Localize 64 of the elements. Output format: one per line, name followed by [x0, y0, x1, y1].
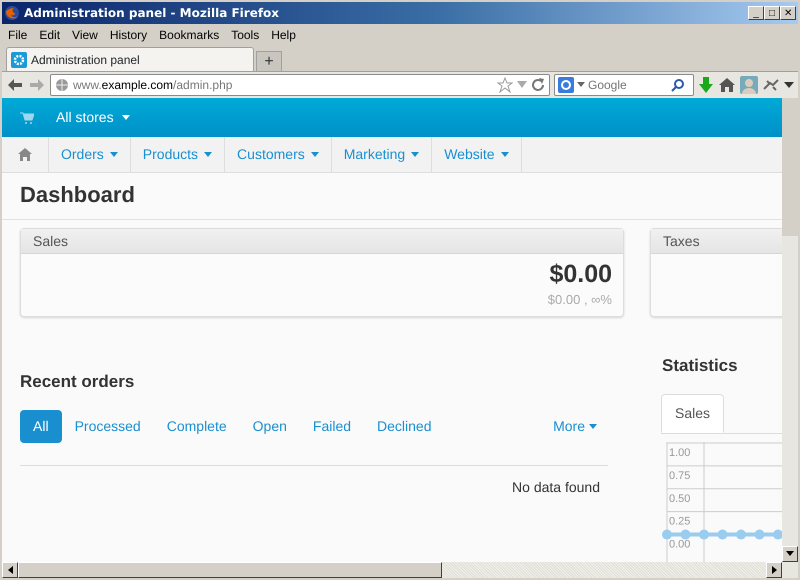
- caret-icon: [589, 424, 597, 429]
- data-point: [680, 530, 690, 540]
- search-box[interactable]: Google: [554, 74, 694, 96]
- globe-icon: [55, 78, 69, 92]
- address-field[interactable]: www.example.com/admin.php: [50, 74, 550, 96]
- data-point: [718, 530, 728, 540]
- maximize-button[interactable]: □: [764, 6, 780, 20]
- reload-icon[interactable]: [531, 78, 545, 92]
- axis-tick-label: 0.50: [669, 492, 690, 505]
- new-tab-button[interactable]: +: [256, 51, 282, 71]
- chart-tab[interactable]: Sales: [661, 394, 724, 433]
- section-title: Statistics: [662, 354, 739, 376]
- close-button[interactable]: ✕: [780, 6, 796, 20]
- axis-tick-label: 0.25: [669, 516, 690, 528]
- home-icon[interactable]: [718, 77, 736, 93]
- section-title: Recent orders: [20, 370, 136, 392]
- menu-item[interactable]: History: [104, 26, 154, 44]
- back-icon[interactable]: [6, 77, 24, 93]
- card-title: Taxes: [651, 228, 782, 254]
- url-text: www.example.com/admin.php: [73, 77, 234, 94]
- minimize-button[interactable]: _: [748, 6, 764, 20]
- menu-caret-icon[interactable]: [784, 81, 794, 89]
- dropdown-icon[interactable]: [577, 82, 585, 88]
- caret-icon: [110, 152, 118, 157]
- filter-tab[interactable]: All: [20, 410, 62, 443]
- caret-icon: [500, 152, 509, 157]
- data-point: [662, 530, 672, 540]
- menu-item[interactable]: File: [2, 26, 34, 44]
- search-icon[interactable]: [671, 78, 685, 92]
- vertical-scrollbar[interactable]: [782, 98, 798, 562]
- page-title: Dashboard: [20, 182, 135, 209]
- star-icon[interactable]: [497, 77, 513, 93]
- caret-icon: [411, 152, 420, 157]
- menu-item[interactable]: Tools: [225, 26, 266, 44]
- caret-icon: [204, 152, 212, 157]
- horizontal-scrollbar[interactable]: [2, 562, 798, 578]
- download-icon[interactable]: [698, 76, 714, 94]
- data-point: [699, 530, 709, 540]
- firefox-logo-icon: [4, 5, 20, 21]
- axis-tick-label: 0.75: [669, 470, 690, 482]
- search-engine-icon: [558, 77, 574, 93]
- scroll-right-icon[interactable]: [772, 566, 776, 574]
- empty-message: No data found: [512, 479, 600, 495]
- extension-icon[interactable]: [762, 77, 780, 93]
- axis-tick-label: 0.00: [669, 538, 690, 551]
- menu-item[interactable]: Help: [265, 26, 302, 44]
- scroll-down-icon[interactable]: [786, 551, 794, 556]
- gear-icon: [11, 52, 27, 68]
- menu-item[interactable]: Edit: [33, 26, 66, 44]
- home-icon[interactable]: [18, 148, 32, 161]
- data-point: [773, 530, 782, 540]
- card-title: Sales: [21, 228, 623, 254]
- card-subvalue: $0.00 , ∞%: [546, 290, 612, 308]
- caret-icon: [122, 115, 130, 120]
- menu-item[interactable]: Bookmarks: [153, 26, 226, 44]
- menu-item[interactable]: View: [66, 26, 104, 44]
- card-value: $0.00: [548, 258, 612, 290]
- data-point: [736, 530, 746, 540]
- caret-icon: [310, 152, 319, 157]
- data-point: [754, 530, 764, 540]
- window-title: Administration panel - Mozilla Firefox: [24, 5, 280, 22]
- scroll-left-icon[interactable]: [8, 566, 12, 574]
- axis-tick-label: 1.00: [669, 447, 690, 459]
- browser-tab[interactable]: Administration panel: [6, 47, 254, 71]
